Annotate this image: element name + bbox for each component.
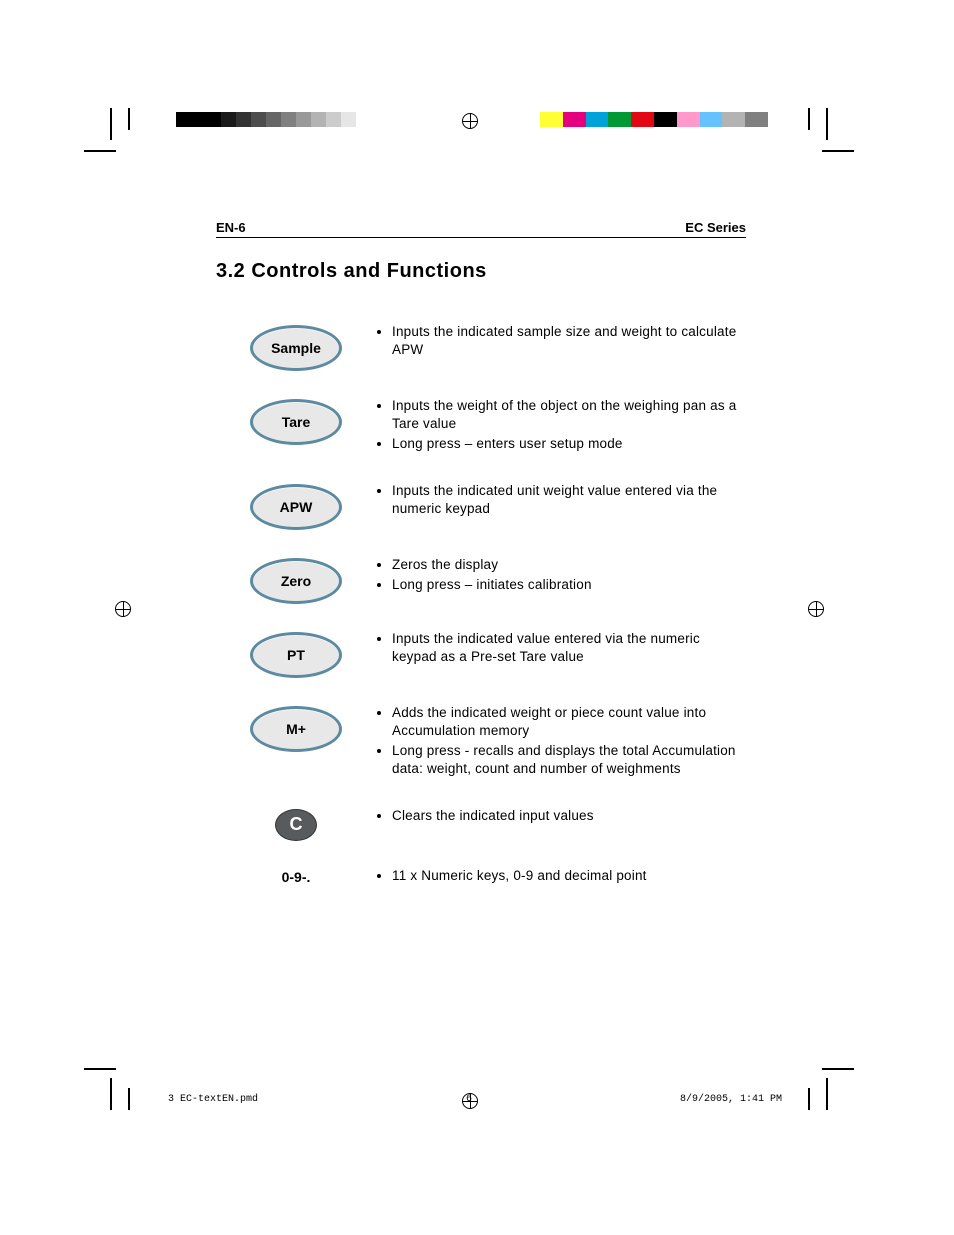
swatch <box>326 112 341 127</box>
description-bullet: Inputs the indicated unit weight value e… <box>392 482 746 518</box>
swatch <box>221 112 236 127</box>
control-button-col: Tare <box>216 397 376 445</box>
swatch <box>296 112 311 127</box>
crop-mark <box>128 108 130 130</box>
crop-mark <box>826 108 828 140</box>
control-button-col: M+ <box>216 704 376 752</box>
header-right: EC Series <box>685 220 746 235</box>
swatch <box>745 112 768 127</box>
key-clear: C <box>275 809 317 841</box>
swatch <box>206 112 221 127</box>
swatch <box>586 112 609 127</box>
crop-mark <box>808 1088 810 1110</box>
control-description: Inputs the weight of the object on the w… <box>376 397 746 456</box>
control-row: Zero Zeros the display Long press – initia… <box>216 556 746 604</box>
description-bullet: Long press – initiates calibration <box>392 576 746 594</box>
footer-datetime: 8/9/2005, 1:41 PM <box>680 1094 782 1105</box>
swatch <box>631 112 654 127</box>
swatch <box>251 112 266 127</box>
description-bullet: Inputs the indicated value entered via t… <box>392 630 746 666</box>
control-description: Inputs the indicated unit weight value e… <box>376 482 746 520</box>
registration-target-icon <box>115 601 131 617</box>
control-row: Tare Inputs the weight of the object on t… <box>216 397 746 456</box>
key-oval: M+ <box>250 706 342 752</box>
control-description: Inputs the indicated value entered via t… <box>376 630 746 668</box>
swatch <box>176 112 191 127</box>
control-button-col: Zero <box>216 556 376 604</box>
crop-mark <box>822 150 854 152</box>
crop-mark <box>110 108 112 140</box>
description-bullet: Clears the indicated input values <box>392 807 746 825</box>
control-row: 0-9-. 11 x Numeric keys, 0-9 and decimal … <box>216 867 746 887</box>
key-oval: Tare <box>250 399 342 445</box>
description-bullet: Long press – enters user setup mode <box>392 435 746 453</box>
swatch <box>608 112 631 127</box>
description-bullet: Zeros the display <box>392 556 746 574</box>
key-oval: PT <box>250 632 342 678</box>
colorbar-grayscale <box>176 112 404 127</box>
swatch <box>654 112 677 127</box>
swatch <box>236 112 251 127</box>
registration-target-icon <box>462 113 478 129</box>
colorbar-process <box>540 112 768 127</box>
crop-mark <box>84 150 116 152</box>
header-left: EN-6 <box>216 220 246 235</box>
swatch <box>341 112 356 127</box>
swatch <box>191 112 206 127</box>
swatch <box>356 112 371 127</box>
swatch <box>563 112 586 127</box>
control-button-col: PT <box>216 630 376 678</box>
swatch <box>311 112 326 127</box>
page-header: EN-6 EC Series <box>216 220 746 238</box>
footer-file: 3 EC-textEN.pmd <box>168 1094 258 1105</box>
crop-mark <box>110 1078 112 1110</box>
control-button-col: Sample <box>216 323 376 371</box>
swatch <box>677 112 700 127</box>
swatch <box>281 112 296 127</box>
section-title: 3.2 Controls and Functions <box>216 260 746 283</box>
description-bullet: Inputs the weight of the object on the w… <box>392 397 746 433</box>
crop-mark <box>808 108 810 130</box>
control-description: Adds the indicated weight or piece count… <box>376 704 746 781</box>
control-row: Sample Inputs the indicated sample size a… <box>216 323 746 371</box>
crop-mark <box>826 1078 828 1110</box>
key-oval: Zero <box>250 558 342 604</box>
swatch <box>540 112 563 127</box>
crop-mark <box>128 1088 130 1110</box>
swatch <box>371 112 386 127</box>
key-numeric-label: 0-9-. <box>282 869 311 885</box>
description-bullet: 11 x Numeric keys, 0-9 and decimal point <box>392 867 746 885</box>
control-description: Clears the indicated input values <box>376 807 746 827</box>
footer-page: 6 <box>466 1094 472 1105</box>
control-button-col: C <box>216 807 376 841</box>
control-row: C Clears the indicated input values <box>216 807 746 841</box>
control-button-col: 0-9-. <box>216 867 376 885</box>
swatch <box>722 112 745 127</box>
description-bullet: Inputs the indicated sample size and wei… <box>392 323 746 359</box>
key-oval: Sample <box>250 325 342 371</box>
crop-mark <box>84 1068 116 1070</box>
control-description: Inputs the indicated sample size and wei… <box>376 323 746 361</box>
imposition-footer: 3 EC-textEN.pmd 6 8/9/2005, 1:41 PM <box>168 1094 782 1105</box>
control-description: 11 x Numeric keys, 0-9 and decimal point <box>376 867 746 887</box>
control-description: Zeros the display Long press – initiates … <box>376 556 746 596</box>
swatch <box>386 112 401 127</box>
registration-target-icon <box>808 601 824 617</box>
swatch <box>700 112 723 127</box>
control-row: APW Inputs the indicated unit weight valu… <box>216 482 746 530</box>
crop-mark <box>822 1068 854 1070</box>
control-button-col: APW <box>216 482 376 530</box>
key-oval: APW <box>250 484 342 530</box>
page-content: EN-6 EC Series 3.2 Controls and Function… <box>216 220 746 913</box>
control-row: PT Inputs the indicated value entered via… <box>216 630 746 678</box>
swatch <box>266 112 281 127</box>
description-bullet: Long press - recalls and displays the to… <box>392 742 746 778</box>
controls-list: Sample Inputs the indicated sample size a… <box>216 323 746 887</box>
control-row: M+ Adds the indicated weight or piece cou… <box>216 704 746 781</box>
description-bullet: Adds the indicated weight or piece count… <box>392 704 746 740</box>
